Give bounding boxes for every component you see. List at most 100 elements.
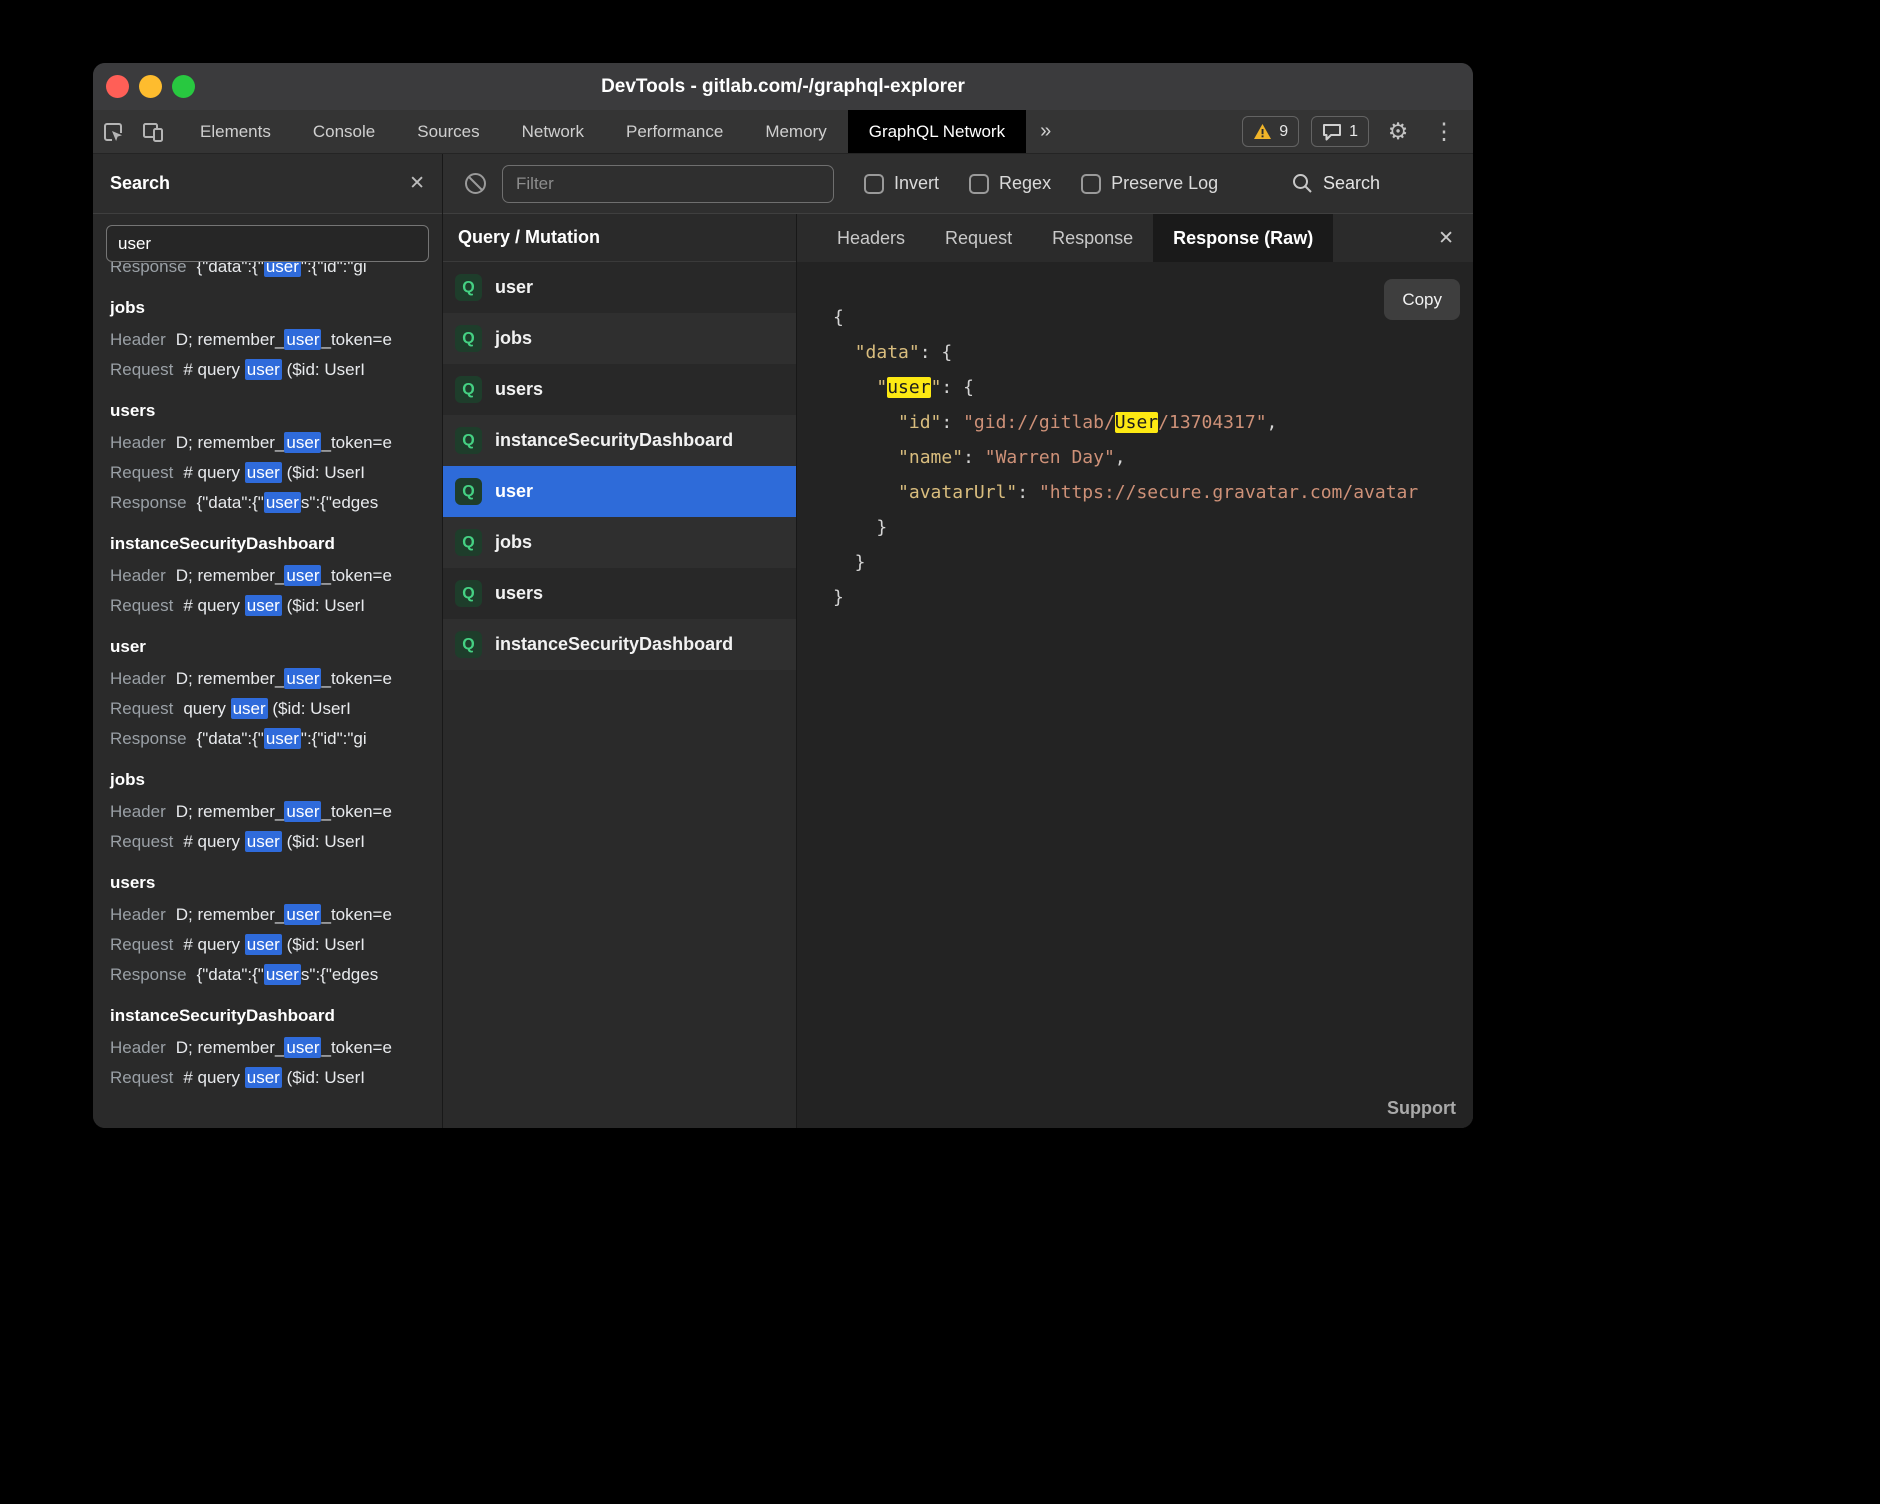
query-list-item[interactable]: Qusers bbox=[443, 568, 796, 619]
more-tabs-button[interactable]: » bbox=[1026, 110, 1065, 153]
zoom-window-button[interactable] bbox=[172, 75, 195, 98]
devtools-tab-console[interactable]: Console bbox=[292, 110, 396, 153]
device-toolbar-button[interactable] bbox=[133, 110, 173, 153]
search-result-line[interactable]: HeaderD; remember_user_token=e bbox=[110, 664, 425, 694]
devtools-tab-graphql-network[interactable]: GraphQL Network bbox=[848, 110, 1026, 153]
json-token: , bbox=[1115, 447, 1126, 468]
devtools-tab-memory[interactable]: Memory bbox=[744, 110, 847, 153]
search-match-highlight: user bbox=[245, 595, 282, 616]
devtools-tab-elements[interactable]: Elements bbox=[179, 110, 292, 153]
messages-button[interactable]: 1 bbox=[1311, 116, 1369, 147]
search-match-highlight: user bbox=[284, 668, 321, 689]
devtools-tab-network[interactable]: Network bbox=[501, 110, 605, 153]
response-tab-headers[interactable]: Headers bbox=[817, 214, 925, 262]
checkbox-icon bbox=[864, 174, 884, 194]
response-tab-response-raw[interactable]: Response (Raw) bbox=[1153, 214, 1333, 262]
json-line: "data": { bbox=[833, 335, 1473, 370]
title-bar: DevTools - gitlab.com/-/graphql-explorer bbox=[93, 63, 1473, 110]
response-tab-response[interactable]: Response bbox=[1032, 214, 1153, 262]
search-result-line[interactable]: Response{"data":{"user":{"id":"gi bbox=[110, 262, 425, 282]
query-list-item[interactable]: QinstanceSecurityDashboard bbox=[443, 415, 796, 466]
result-text: ":{"id":"gi bbox=[301, 729, 367, 748]
query-list-item[interactable]: Qjobs bbox=[443, 517, 796, 568]
search-result-line[interactable]: HeaderD; remember_user_token=e bbox=[110, 1033, 425, 1063]
query-list-item[interactable]: Quser bbox=[443, 262, 796, 313]
result-line-kind: Header bbox=[110, 905, 166, 924]
search-result-line[interactable]: HeaderD; remember_user_token=e bbox=[110, 561, 425, 591]
query-list-item[interactable]: Qjobs bbox=[443, 313, 796, 364]
inspect-element-button[interactable] bbox=[93, 110, 133, 153]
settings-button[interactable]: ⚙ bbox=[1381, 115, 1415, 149]
search-result-section: jobsHeaderD; remember_user_token=eReques… bbox=[110, 291, 425, 385]
query-name: users bbox=[495, 379, 543, 400]
window-title: DevTools - gitlab.com/-/graphql-explorer bbox=[93, 76, 1473, 98]
json-token: "data" bbox=[855, 342, 920, 363]
search-result-group-title: jobs bbox=[110, 763, 425, 797]
checkbox-icon bbox=[1081, 174, 1101, 194]
search-result-line[interactable]: Request# query user ($id: UserI bbox=[110, 1063, 425, 1093]
preserve-log-checkbox[interactable]: Preserve Log bbox=[1081, 173, 1218, 194]
result-text: ":{"id":"gi bbox=[301, 262, 367, 276]
chat-bubble-icon bbox=[1322, 123, 1342, 141]
toolbar-search-toggle[interactable]: Search bbox=[1292, 173, 1380, 194]
devtools-tab-performance[interactable]: Performance bbox=[605, 110, 744, 153]
inspect-icon bbox=[101, 120, 125, 144]
filter-input[interactable] bbox=[502, 165, 834, 203]
response-tab-request[interactable]: Request bbox=[925, 214, 1032, 262]
json-token: : bbox=[941, 377, 963, 398]
search-result-line[interactable]: HeaderD; remember_user_token=e bbox=[110, 797, 425, 827]
query-list-item[interactable]: Qusers bbox=[443, 364, 796, 415]
result-line-kind: Request bbox=[110, 360, 173, 379]
search-result-line[interactable]: HeaderD; remember_user_token=e bbox=[110, 325, 425, 355]
search-match-highlight: user bbox=[284, 801, 321, 822]
response-raw-view: { "data": { "user": { "id": "gid://gitla… bbox=[797, 262, 1473, 1128]
warning-icon bbox=[1253, 123, 1272, 140]
copy-button[interactable]: Copy bbox=[1384, 279, 1460, 320]
json-token: : bbox=[1017, 482, 1039, 503]
menu-button[interactable]: ⋮ bbox=[1427, 115, 1461, 149]
search-result-line[interactable]: Request# query user ($id: UserI bbox=[110, 591, 425, 621]
json-token: : bbox=[941, 412, 963, 433]
query-name: users bbox=[495, 583, 543, 604]
search-result-line[interactable]: Request# query user ($id: UserI bbox=[110, 458, 425, 488]
result-text: D; remember_ bbox=[176, 802, 285, 821]
clear-requests-button[interactable] bbox=[464, 172, 487, 195]
response-tabbar: HeadersRequestResponseResponse (Raw) ✕ bbox=[797, 214, 1473, 262]
regex-checkbox[interactable]: Regex bbox=[969, 173, 1051, 194]
content-row: Query / Mutation QuserQjobsQusersQinstan… bbox=[443, 214, 1473, 1128]
result-line-kind: Request bbox=[110, 832, 173, 851]
search-result-line[interactable]: Requestquery user ($id: UserI bbox=[110, 694, 425, 724]
search-result-line[interactable]: Request# query user ($id: UserI bbox=[110, 355, 425, 385]
search-result-section: Response{"data":{"user":{"id":"gi bbox=[110, 262, 425, 282]
search-close-button[interactable]: ✕ bbox=[409, 172, 425, 195]
minimize-window-button[interactable] bbox=[139, 75, 162, 98]
query-list-item[interactable]: QinstanceSecurityDashboard bbox=[443, 619, 796, 670]
json-line: } bbox=[833, 580, 1473, 615]
json-token bbox=[833, 377, 876, 398]
issues-button[interactable]: 9 bbox=[1242, 116, 1299, 147]
support-link[interactable]: Support bbox=[1387, 1098, 1456, 1119]
query-type-badge: Q bbox=[455, 631, 482, 658]
search-result-line[interactable]: Request# query user ($id: UserI bbox=[110, 930, 425, 960]
response-panel: HeadersRequestResponseResponse (Raw) ✕ {… bbox=[797, 214, 1473, 1128]
invert-label: Invert bbox=[894, 173, 939, 194]
search-match-highlight: user bbox=[264, 262, 301, 277]
query-list-item[interactable]: Quser bbox=[443, 466, 796, 517]
devtools-tab-sources[interactable]: Sources bbox=[396, 110, 500, 153]
search-result-line[interactable]: Response{"data":{"users":{"edges bbox=[110, 960, 425, 990]
search-result-line[interactable]: HeaderD; remember_user_token=e bbox=[110, 900, 425, 930]
search-match-highlight: user bbox=[245, 1067, 282, 1088]
result-text: # query bbox=[183, 360, 244, 379]
search-result-line[interactable]: HeaderD; remember_user_token=e bbox=[110, 428, 425, 458]
devtools-tabbar: ElementsConsoleSourcesNetworkPerformance… bbox=[93, 110, 1473, 154]
response-close-button[interactable]: ✕ bbox=[1438, 214, 1473, 262]
close-window-button[interactable] bbox=[106, 75, 129, 98]
search-result-line[interactable]: Response{"data":{"users":{"edges bbox=[110, 488, 425, 518]
search-result-line[interactable]: Request# query user ($id: UserI bbox=[110, 827, 425, 857]
search-result-line[interactable]: Response{"data":{"user":{"id":"gi bbox=[110, 724, 425, 754]
json-token: { bbox=[833, 307, 844, 328]
result-line-kind: Header bbox=[110, 669, 166, 688]
invert-checkbox[interactable]: Invert bbox=[864, 173, 939, 194]
json-token bbox=[833, 447, 898, 468]
search-input[interactable] bbox=[106, 225, 429, 262]
